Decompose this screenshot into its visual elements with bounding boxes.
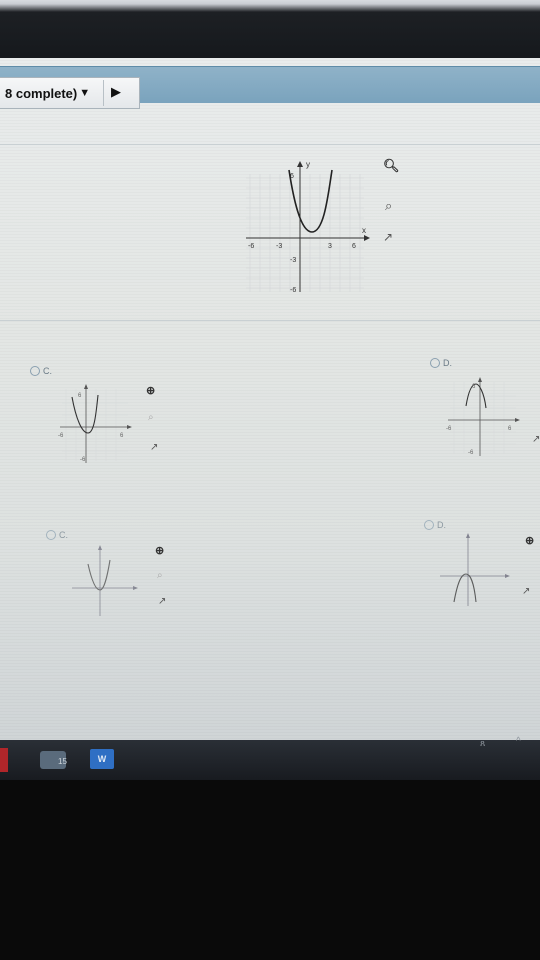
popout-icon[interactable]: ↗: [158, 596, 166, 607]
divider: [0, 320, 540, 321]
svg-text:-6: -6: [468, 450, 474, 456]
word-icon[interactable]: W: [90, 749, 114, 769]
zoom-in-icon[interactable]: ⊕: [155, 544, 164, 557]
zoom-in-icon[interactable]: ⊕: [525, 534, 534, 547]
svg-text:-6: -6: [80, 457, 86, 463]
monitor-bezel-top: [0, 0, 540, 62]
svg-text:6: 6: [78, 393, 82, 399]
y-axis-label: y: [306, 160, 310, 169]
zoom-out-icon[interactable]: ⌕: [148, 412, 154, 423]
svg-text:6: 6: [120, 433, 124, 439]
x-axis-label: x: [362, 226, 366, 235]
browser-screen: 8 complete) ▼ ▶ y x 6 -3 -6 -6 -3 3 6 🔍︎…: [0, 58, 540, 748]
assignment-toolbar: 8 complete) ▼ ▶: [0, 66, 540, 109]
question-graph: y x 6 -3 -6 -6 -3 3 6: [246, 160, 370, 294]
progress-dropdown[interactable]: 8 complete) ▼ ▶: [0, 77, 140, 109]
x-tick-label: 3: [328, 243, 332, 250]
parabola-curve: [288, 169, 333, 233]
x-tick-label: -6: [248, 243, 254, 250]
progress-label: 8 complete): [5, 85, 78, 101]
svg-text:-6: -6: [446, 426, 452, 432]
y-tick-label: -6: [290, 287, 296, 294]
y-tick-label: 6: [290, 173, 294, 180]
separator: [103, 80, 104, 106]
x-tick-label: 6: [352, 243, 356, 250]
zoom-in-icon[interactable]: ⊕: [146, 384, 155, 397]
option-d-radio[interactable]: D.: [430, 358, 452, 368]
y-tick-label: -3: [290, 257, 296, 264]
option-d-graph: [440, 533, 510, 606]
dropdown-arrow-icon: ▼: [79, 87, 91, 99]
radio-button[interactable]: [30, 366, 40, 376]
svg-text:6: 6: [472, 384, 476, 390]
option-c-graph: [72, 545, 138, 616]
popout-icon[interactable]: ↗: [532, 434, 540, 445]
popout-icon[interactable]: ↗: [150, 442, 158, 453]
desk-background: [0, 780, 540, 960]
people-icon[interactable]: ጸ: [480, 738, 485, 749]
parabola-curve: [453, 573, 477, 603]
svg-text:6: 6: [508, 426, 512, 432]
zoom-out-icon[interactable]: ⌕: [385, 198, 392, 214]
mail-badge: 15: [58, 757, 67, 766]
option-d-radio[interactable]: D.: [424, 520, 446, 530]
svg-text:-6: -6: [58, 433, 64, 439]
divider: [0, 144, 540, 145]
taskbar: [0, 740, 540, 780]
x-tick-label: -3: [276, 243, 282, 250]
option-c-radio[interactable]: C.: [30, 366, 52, 376]
zoom-in-icon[interactable]: 🔍︎: [383, 158, 400, 174]
popout-icon[interactable]: ↗: [522, 586, 530, 597]
radio-button[interactable]: [424, 520, 434, 530]
parabola-curve: [87, 559, 111, 591]
option-letter: D.: [437, 520, 446, 530]
option-c-radio[interactable]: C.: [46, 530, 68, 540]
next-question-button[interactable]: ▶: [111, 84, 121, 100]
radio-button[interactable]: [430, 358, 440, 368]
taskbar-app-icon[interactable]: [0, 748, 8, 772]
option-letter: C.: [59, 530, 68, 540]
option-letter: C.: [43, 366, 52, 376]
zoom-out-icon[interactable]: ⌕: [157, 570, 163, 581]
option-d-graph: 6 -6 6 -6: [446, 377, 520, 456]
chevron-up-icon[interactable]: ^: [516, 736, 521, 747]
option-c-graph: 6 -6 6 -6: [58, 384, 132, 463]
radio-button[interactable]: [46, 530, 56, 540]
popout-icon[interactable]: ↗: [383, 230, 393, 244]
option-letter: D.: [443, 358, 452, 368]
